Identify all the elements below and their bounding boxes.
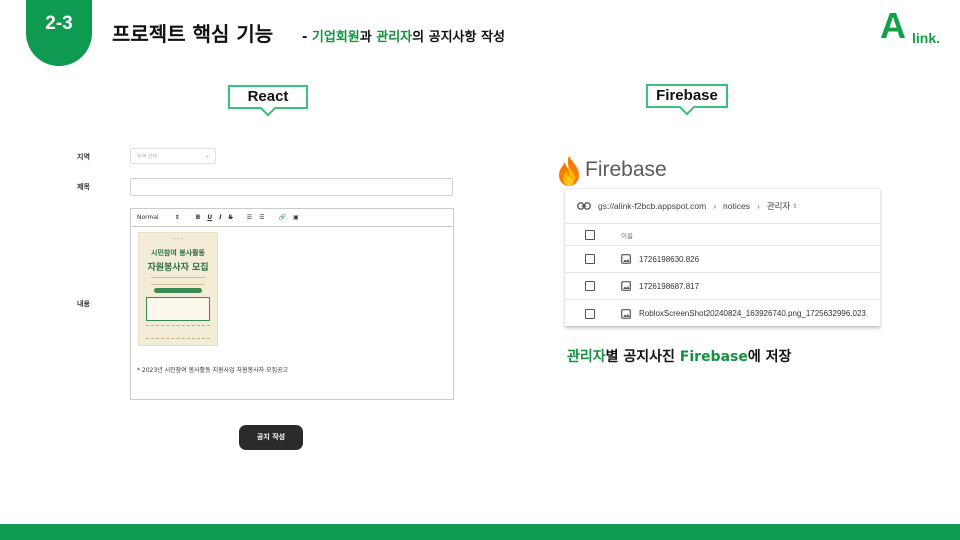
breadcrumb-separator-icon: ›: [756, 201, 760, 211]
submit-notice-button[interactable]: 공지 작성: [239, 425, 303, 450]
poster-title-2: 자원봉사자 모집: [147, 263, 209, 273]
image-file-icon: [621, 254, 631, 264]
image-icon[interactable]: ▣: [293, 214, 299, 221]
region-label: 지역: [77, 153, 90, 161]
title-input[interactable]: [130, 178, 453, 196]
file-name: 1726198687.817: [639, 281, 700, 291]
storage-breadcrumb: gs://alink-f2bcb.appspot.com › notices ›…: [565, 189, 880, 224]
table-row[interactable]: 1726198630.826: [565, 246, 880, 273]
poster-header-line: — — —: [172, 236, 184, 240]
column-name-header[interactable]: 이름: [621, 230, 633, 240]
notice-poster-image: — — — 시민참여 봉사활동 자원봉사자 모집: [138, 232, 218, 346]
subtitle-prefix: -: [302, 30, 312, 45]
firebase-storage-panel: gs://alink-f2bcb.appspot.com › notices ›…: [565, 188, 880, 326]
logo-text: link.: [912, 30, 941, 46]
firebase-callout: Firebase: [646, 84, 728, 108]
section-badge: 2-3: [26, 0, 92, 66]
image-file-icon: [621, 281, 631, 291]
underline-button[interactable]: U: [207, 214, 212, 221]
firebase-caption: 관리자별 공지사진 Firebase에 저장: [567, 346, 791, 366]
poster-info-box: [146, 297, 210, 321]
chevron-down-icon: ⌄: [204, 152, 210, 159]
footer-bar: [0, 524, 960, 540]
poster-details: [146, 325, 210, 339]
breadcrumb-current[interactable]: 관리자: [767, 200, 790, 212]
breadcrumb-separator-icon: ›: [713, 201, 717, 211]
firebase-brand-name: Firebase: [585, 158, 667, 181]
poster-title-1: 시민참여 봉사활동: [151, 249, 205, 257]
section-number: 2-3: [45, 13, 73, 34]
caption-firebase: Firebase: [679, 349, 748, 365]
breadcrumb-bucket[interactable]: gs://alink-f2bcb.appspot.com: [598, 201, 706, 211]
poster-description: [151, 277, 205, 285]
region-select[interactable]: 지역 선택 ⌄: [130, 148, 216, 164]
title-label: 제목: [77, 183, 90, 191]
editor-toolbar: Normal ⇕ B U I S ☰ ☰ 🔗 ▣: [131, 209, 453, 227]
bullet-list-icon[interactable]: ☰: [259, 214, 264, 221]
subtitle-suffix: 의 공지사항 작성: [412, 30, 505, 45]
alink-logo: A link.: [880, 8, 960, 48]
poster-pill: [154, 288, 202, 293]
caption-text: 별 공지사진: [605, 349, 680, 365]
select-all-checkbox[interactable]: [585, 229, 595, 240]
slide-subtitle: - 기업회원과 관리자의 공지사항 작성: [302, 26, 505, 45]
subtitle-conjunction: 과: [359, 30, 377, 45]
content-label: 내용: [77, 300, 90, 308]
breadcrumb-notices[interactable]: notices: [723, 201, 750, 211]
link-icon[interactable]: 🔗: [279, 214, 286, 221]
caption-suffix: 에 저장: [747, 349, 792, 365]
subtitle-corporate-member: 기업회원: [311, 30, 360, 45]
logo-mark: A: [880, 5, 906, 46]
subtitle-admin: 관리자: [376, 30, 413, 45]
row-checkbox[interactable]: [585, 254, 595, 264]
link-icon: [577, 202, 591, 210]
table-row[interactable]: RobloxScreenShot20240824_163926740.png_1…: [565, 300, 880, 327]
slide-title: 프로젝트 핵심 기능: [112, 22, 274, 46]
format-chevron-icon: ⇕: [174, 214, 180, 221]
row-checkbox[interactable]: [585, 308, 595, 319]
sort-icon[interactable]: ⇕: [792, 203, 797, 210]
row-checkbox[interactable]: [585, 281, 595, 291]
format-select[interactable]: Normal: [137, 214, 159, 221]
table-row[interactable]: 1726198687.817: [565, 273, 880, 300]
bold-button[interactable]: B: [196, 214, 201, 221]
firebase-flame-icon: [559, 156, 579, 186]
react-callout: React: [228, 85, 308, 109]
poster-footer: [153, 345, 203, 346]
italic-button[interactable]: I: [219, 214, 221, 221]
file-name: 1726198630.826: [639, 254, 700, 264]
storage-table-header: 이름: [565, 224, 880, 246]
image-file-icon: [621, 308, 631, 319]
rich-text-editor[interactable]: Normal ⇕ B U I S ☰ ☰ 🔗 ▣ — — — 시민참여 봉사활동…: [130, 208, 454, 400]
file-name: RobloxScreenShot20240824_163926740.png_1…: [639, 309, 866, 318]
region-select-placeholder: 지역 선택: [137, 154, 157, 160]
caption-admin: 관리자: [567, 349, 606, 365]
ordered-list-icon[interactable]: ☰: [247, 214, 252, 221]
editor-text-line: * 2023년 시민참여 봉사활동 지원사업 자원봉사자 모집공고: [137, 367, 289, 374]
strike-button[interactable]: S: [228, 214, 232, 221]
